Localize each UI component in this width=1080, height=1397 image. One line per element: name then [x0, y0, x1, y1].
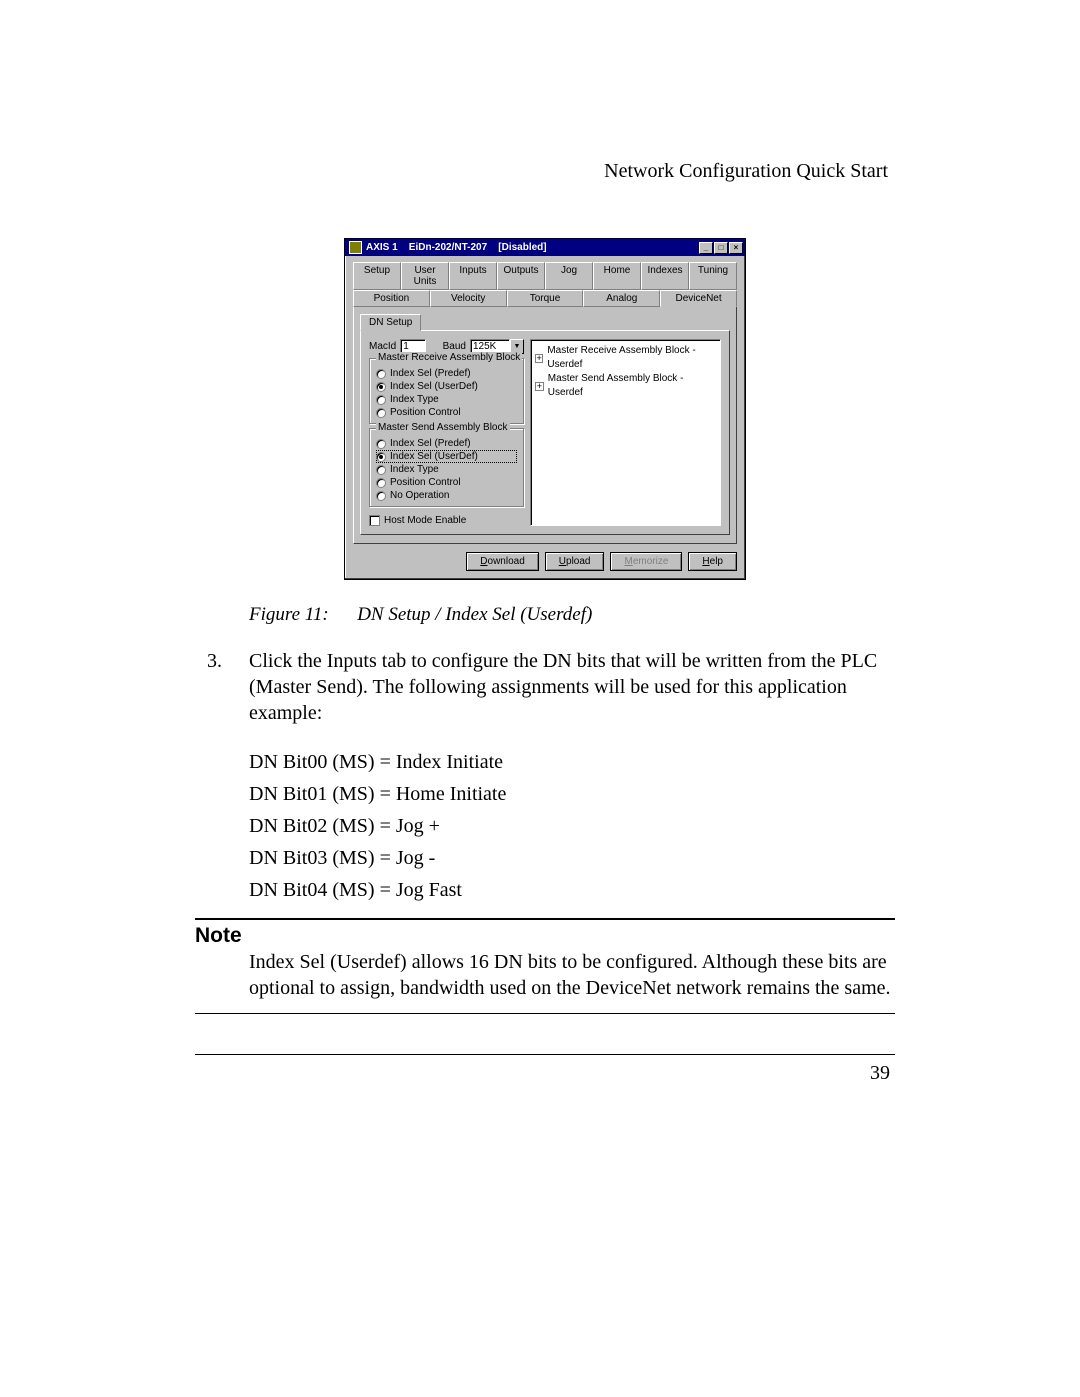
dn-setup-panel: MacId Baud ▼: [360, 330, 730, 535]
devicenet-panel: DN Setup MacId Baud: [353, 307, 737, 544]
window-title: AXIS 1 EiDn-202/NT-207 [Disabled]: [366, 242, 698, 253]
document-page: Network Configuration Quick Start AXIS 1…: [0, 0, 1080, 1397]
step-text: Click the Inputs tab to configure the DN…: [249, 648, 895, 726]
tab-devicenet[interactable]: DeviceNet: [660, 290, 737, 307]
bit-row: DN Bit03 (MS) = Jog -: [249, 842, 895, 874]
tab-user-units[interactable]: User Units: [401, 262, 449, 290]
figure-screenshot: AXIS 1 EiDn-202/NT-207 [Disabled] _ □ × …: [195, 238, 895, 580]
tree-item-send-label: Master Send Assembly Block - Userdef: [548, 372, 716, 400]
radio-receive-position[interactable]: Position Control: [376, 406, 517, 419]
expand-icon[interactable]: +: [535, 354, 543, 363]
group-master-send: Master Send Assembly Block Index Sel (Pr…: [369, 428, 524, 507]
maximize-button[interactable]: □: [714, 242, 728, 254]
app-icon: [349, 241, 362, 254]
radio-send-indextype[interactable]: Index Type: [376, 463, 517, 476]
radio-receive-indextype[interactable]: Index Type: [376, 393, 517, 406]
group-receive-legend: Master Receive Assembly Block: [376, 352, 522, 363]
radio-receive-indextype-input[interactable]: [376, 395, 386, 405]
tab-analog[interactable]: Analog: [583, 290, 660, 307]
radio-receive-position-input[interactable]: [376, 408, 386, 418]
tab-container: Setup User Units Inputs Outputs Jog Home…: [353, 262, 737, 544]
group-master-receive: Master Receive Assembly Block Index Sel …: [369, 358, 524, 424]
radio-send-indextype-label: Index Type: [390, 463, 439, 476]
tab-inputs[interactable]: Inputs: [449, 262, 497, 290]
radio-send-userdef-label: Index Sel (UserDef): [390, 450, 478, 463]
running-header: Network Configuration Quick Start: [604, 160, 888, 183]
tab-torque[interactable]: Torque: [507, 290, 584, 307]
radio-send-predef-input[interactable]: [376, 439, 386, 449]
radio-receive-userdef-label: Index Sel (UserDef): [390, 380, 478, 393]
tab-jog[interactable]: Jog: [545, 262, 593, 290]
upload-button[interactable]: Upload: [545, 552, 605, 571]
host-mode-label: Host Mode Enable: [384, 515, 466, 526]
note-rule-top: [195, 918, 895, 920]
radio-send-predef[interactable]: Index Sel (Predef): [376, 437, 517, 450]
note-body: Index Sel (Userdef) allows 16 DN bits to…: [249, 950, 895, 1001]
step-number: 3.: [207, 648, 249, 726]
bit-row: DN Bit01 (MS) = Home Initiate: [249, 778, 895, 810]
tree-item-send[interactable]: + Master Send Assembly Block - Userdef: [535, 372, 716, 400]
radio-send-position-input[interactable]: [376, 478, 386, 488]
tab-home[interactable]: Home: [593, 262, 641, 290]
host-mode-checkbox[interactable]: [369, 515, 380, 526]
host-mode-enable[interactable]: Host Mode Enable: [369, 515, 524, 526]
subtab-dn-setup[interactable]: DN Setup: [360, 314, 421, 331]
footer-rule: [195, 1054, 895, 1055]
tree-item-receive-label: Master Receive Assembly Block - Userdef: [547, 344, 716, 372]
note-heading: Note: [195, 924, 895, 948]
tab-tuning[interactable]: Tuning: [689, 262, 737, 290]
figure-label: Figure 11:: [249, 604, 329, 625]
bit-assignment-list: DN Bit00 (MS) = Index Initiate DN Bit01 …: [249, 746, 895, 906]
radio-receive-position-label: Position Control: [390, 406, 461, 419]
radio-send-predef-label: Index Sel (Predef): [390, 437, 471, 450]
figure-caption: Figure 11: DN Setup / Index Sel (Userdef…: [249, 604, 895, 626]
tab-indexes[interactable]: Indexes: [641, 262, 689, 290]
tab-position[interactable]: Position: [353, 290, 430, 307]
figure-caption-text: DN Setup / Index Sel (Userdef): [357, 604, 592, 625]
radio-receive-predef-input[interactable]: [376, 369, 386, 379]
expand-icon[interactable]: +: [535, 382, 544, 391]
group-send-legend: Master Send Assembly Block: [376, 422, 510, 433]
note-rule-bottom: [195, 1013, 895, 1014]
bit-row: DN Bit00 (MS) = Index Initiate: [249, 746, 895, 778]
bit-row: DN Bit02 (MS) = Jog +: [249, 810, 895, 842]
titlebar[interactable]: AXIS 1 EiDn-202/NT-207 [Disabled] _ □ ×: [345, 239, 745, 256]
radio-send-position[interactable]: Position Control: [376, 476, 517, 489]
radio-receive-indextype-label: Index Type: [390, 393, 439, 406]
bit-row: DN Bit04 (MS) = Jog Fast: [249, 874, 895, 906]
help-button[interactable]: Help: [688, 552, 737, 571]
radio-send-position-label: Position Control: [390, 476, 461, 489]
step-3: 3. Click the Inputs tab to configure the…: [207, 648, 895, 726]
tab-outputs[interactable]: Outputs: [497, 262, 545, 290]
window-body: Setup User Units Inputs Outputs Jog Home…: [345, 256, 745, 579]
radio-receive-predef[interactable]: Index Sel (Predef): [376, 367, 517, 380]
radio-receive-userdef[interactable]: Index Sel (UserDef): [376, 380, 517, 393]
assembly-tree[interactable]: + Master Receive Assembly Block - Userde…: [530, 339, 721, 526]
minimize-button[interactable]: _: [699, 242, 713, 254]
dialog-window: AXIS 1 EiDn-202/NT-207 [Disabled] _ □ × …: [344, 238, 746, 580]
memorize-button: Memorize: [610, 552, 682, 571]
radio-send-userdef-input[interactable]: [376, 452, 386, 462]
radio-send-noop-input[interactable]: [376, 491, 386, 501]
radio-send-indextype-input[interactable]: [376, 465, 386, 475]
page-number: 39: [870, 1062, 890, 1085]
tree-item-receive[interactable]: + Master Receive Assembly Block - Userde…: [535, 344, 716, 372]
tab-velocity[interactable]: Velocity: [430, 290, 507, 307]
radio-send-userdef[interactable]: Index Sel (UserDef): [376, 450, 517, 463]
radio-receive-predef-label: Index Sel (Predef): [390, 367, 471, 380]
radio-receive-userdef-input[interactable]: [376, 382, 386, 392]
dialog-button-bar: Download Upload Memorize Help: [353, 552, 737, 571]
close-button[interactable]: ×: [729, 242, 743, 254]
radio-send-noop-label: No Operation: [390, 489, 449, 502]
baud-label: Baud: [443, 341, 466, 352]
radio-send-noop[interactable]: No Operation: [376, 489, 517, 502]
tab-setup[interactable]: Setup: [353, 262, 401, 290]
download-button[interactable]: Download: [466, 552, 539, 571]
macid-label: MacId: [369, 341, 396, 352]
